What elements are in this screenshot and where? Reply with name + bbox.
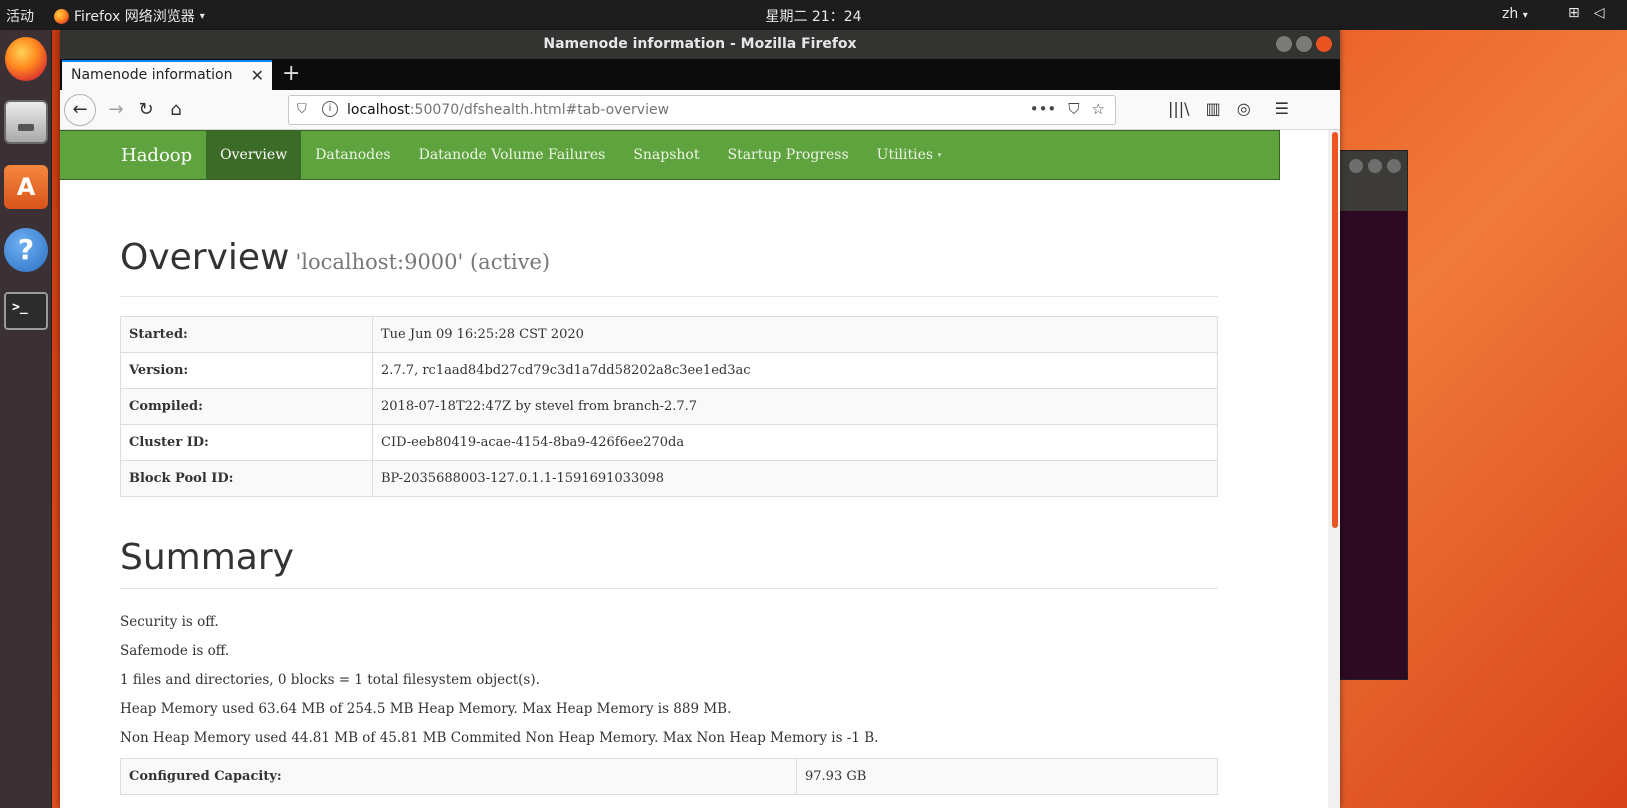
table-row: Configured Capacity: 97.93 GB [120,758,1218,795]
summary-line: 1 files and directories, 0 blocks = 1 to… [120,672,540,688]
nav-utilities-label: Utilities [876,147,934,163]
dock: A ? >_ [0,30,52,808]
minimize-icon[interactable] [1349,159,1363,173]
toolbar-right: |||\ ▥ ◎ ☰ [1168,99,1289,118]
divider [120,588,1218,589]
maximize-icon[interactable] [1368,159,1382,173]
url-text[interactable]: localhost:50070/dfshealth.html#tab-overv… [347,102,669,118]
account-icon[interactable]: ◎ [1237,99,1251,118]
row-key: Cluster ID: [120,424,373,461]
chevron-down-icon: ▾ [1522,10,1528,21]
table-row: Block Pool ID: BP-2035688003-127.0.1.1-15… [120,460,1218,497]
page-content: Hadoop Overview Datanodes Datanode Volum… [60,130,1340,808]
row-value: 2018-07-18T22:47Z by stevel from branch-… [372,388,1218,425]
clock[interactable]: 星期二 21：24 [0,6,1627,26]
top-panel: 活动 Firefox 网络浏览器 ▾ 星期二 21：24 zh ▾ ⊞ ◁ [0,0,1627,30]
volume-icon: ◁ [1593,5,1605,21]
main-content: Overview'localhost:9000' (active) Starte… [120,180,1218,795]
summary-line: Non Heap Memory used 44.81 MB of 45.81 M… [120,730,879,746]
table-row: Cluster ID: CID-eeb80419-acae-4154-8ba9-4… [120,424,1218,461]
page-actions-icon[interactable]: ••• [1030,100,1057,118]
table-row: Version: 2.7.7, rc1aad84bd27cd79c3d1a7dd5… [120,352,1218,389]
summary-line: Safemode is off. [120,643,230,659]
close-tab-icon[interactable]: ✕ [251,66,264,85]
close-icon[interactable] [1316,36,1332,52]
row-value: CID-eeb80419-acae-4154-8ba9-426f6ee270da [372,424,1218,461]
navigation-toolbar: ← → ↻ ⌂ ⛉ i localhost:50070/dfshealth.ht… [60,90,1340,130]
input-method-indicator[interactable]: zh ▾ [1502,6,1528,22]
window-title: Namenode information - Mozilla Firefox [543,36,857,52]
row-key: Block Pool ID: [120,460,373,497]
row-key: Version: [120,352,373,389]
pocket-icon[interactable]: ⛉ [1068,100,1079,118]
window-titlebar[interactable]: Namenode information - Mozilla Firefox [60,30,1340,59]
summary-lines: Security is off. Safemode is off. 1 file… [120,608,1218,753]
url-host: localhost [347,102,410,118]
nav-datanode-volume-failures[interactable]: Datanode Volume Failures [405,131,620,179]
summary-line: Heap Memory used 63.64 MB of 254.5 MB He… [120,701,732,717]
network-icon: ⊞ [1568,5,1580,21]
scrollbar-thumb[interactable] [1332,132,1338,528]
system-tray[interactable]: ⊞ ◁ [1568,5,1605,21]
row-value: 97.93 GB [796,758,1218,795]
nav-snapshot[interactable]: Snapshot [619,131,713,179]
row-key: Compiled: [120,388,373,425]
table-row: Compiled: 2018-07-18T22:47Z by stevel fro… [120,388,1218,425]
firefox-icon[interactable] [5,37,47,81]
nav-utilities[interactable]: Utilities ▾ [863,131,956,179]
row-value: BP-2035688003-127.0.1.1-1591691033098 [372,460,1218,497]
reload-button[interactable]: ↻ [132,96,160,124]
overview-heading: Overview'localhost:9000' (active) [120,237,1218,287]
row-value: Tue Jun 09 16:25:28 CST 2020 [372,316,1218,353]
library-icon[interactable]: |||\ [1168,99,1190,118]
new-tab-button[interactable]: + [282,61,300,86]
overview-title: Overview [120,237,290,278]
nav-startup-progress[interactable]: Startup Progress [713,131,862,179]
input-method-label: zh [1502,6,1519,22]
nav-datanodes[interactable]: Datanodes [301,131,404,179]
help-icon[interactable]: ? [4,228,48,272]
tab-strip: Namenode information ✕ + [60,59,1340,90]
overview-table: Started: Tue Jun 09 16:25:28 CST 2020 Ver… [120,316,1218,497]
site-info-icon[interactable]: i [322,101,338,117]
row-key: Configured Capacity: [120,758,797,795]
home-button[interactable]: ⌂ [162,96,190,124]
url-bar-actions: ••• ⛉ ☆ [1030,100,1105,118]
menu-icon[interactable]: ☰ [1275,99,1289,118]
terminal-glyph: >_ [12,300,28,315]
software-store-icon[interactable]: A [4,165,48,209]
tracking-protection-icon[interactable]: ⛉ [297,102,307,117]
help-glyph: ? [17,233,35,266]
nav-overview[interactable]: Overview [206,131,302,179]
files-icon[interactable] [4,100,48,144]
summary-line: Security is off. [120,614,219,630]
row-value: 2.7.7, rc1aad84bd27cd79c3d1a7dd58202a8c3… [372,352,1218,389]
row-key: Started: [120,316,373,353]
store-glyph: A [16,173,36,201]
summary-heading: Summary [120,537,294,578]
sidebar-icon[interactable]: ▥ [1206,99,1221,118]
url-bar[interactable]: ⛉ i localhost:50070/dfshealth.html#tab-o… [288,95,1116,125]
close-icon[interactable] [1387,159,1401,173]
back-button[interactable]: ← [64,94,96,126]
forward-button[interactable]: → [102,96,130,124]
tab-title: Namenode information [71,67,233,83]
table-row: Started: Tue Jun 09 16:25:28 CST 2020 [120,316,1218,353]
overview-subtitle: 'localhost:9000' (active) [295,250,551,274]
window-controls [1276,36,1332,52]
maximize-icon[interactable] [1296,36,1312,52]
chevron-down-icon: ▾ [937,150,942,160]
url-path: :50070/dfshealth.html#tab-overview [409,102,670,118]
hadoop-brand[interactable]: Hadoop [60,131,206,179]
capacity-table: Configured Capacity: 97.93 GB [120,758,1218,795]
tab-namenode-information[interactable]: Namenode information ✕ [62,60,272,90]
firefox-window: Namenode information - Mozilla Firefox N… [60,30,1340,808]
hadoop-navbar: Hadoop Overview Datanodes Datanode Volum… [60,130,1280,180]
minimize-icon[interactable] [1276,36,1292,52]
bookmark-star-icon[interactable]: ☆ [1092,100,1105,118]
scrollbar[interactable] [1328,130,1340,808]
terminal-window-controls [1349,159,1401,173]
terminal-icon[interactable]: >_ [4,292,48,330]
divider [120,296,1218,297]
